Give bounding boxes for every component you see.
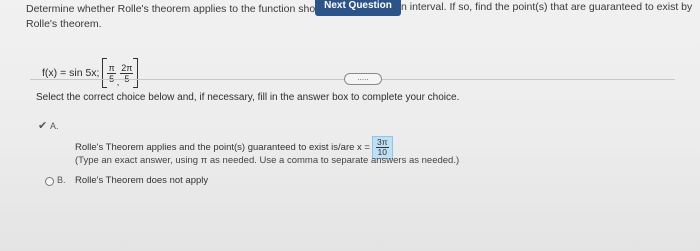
function-expression: f(x) = sin 5x; π 5 , 2π 5 [42, 58, 139, 88]
option-b-text[interactable]: Rolle's Theorem does not apply [75, 175, 208, 186]
interval-left: π 5 [107, 62, 116, 84]
instruction-text: Select the correct choice below and, if … [36, 92, 460, 103]
checkmark-icon[interactable]: ✔ [38, 119, 47, 132]
question-text-line1-end: n interval. If so, find the point(s) tha… [401, 1, 693, 13]
answer-hint: (Type an exact answer, using π as needed… [75, 155, 460, 166]
option-a-text: Rolle's Theorem applies and the point(s)… [75, 142, 370, 153]
question-text-line2: Rolle's theorem. [26, 18, 102, 30]
interval-right-num: 2π [120, 62, 134, 74]
interval-left-num: π [107, 62, 116, 74]
option-b-radio[interactable] [45, 177, 54, 186]
function-prefix: f(x) = sin 5x; [42, 67, 100, 79]
interval-bracket: π 5 , 2π 5 [102, 58, 139, 88]
option-a-letter: A. [50, 121, 59, 131]
next-question-button[interactable]: Next Question [315, 0, 401, 16]
expand-pill-button[interactable]: ..... [344, 73, 382, 85]
interval-right: 2π 5 [120, 62, 134, 84]
question-text-line1: Determine whether Rolle's theorem applie… [26, 3, 316, 15]
option-b-letter: B. [57, 175, 66, 185]
